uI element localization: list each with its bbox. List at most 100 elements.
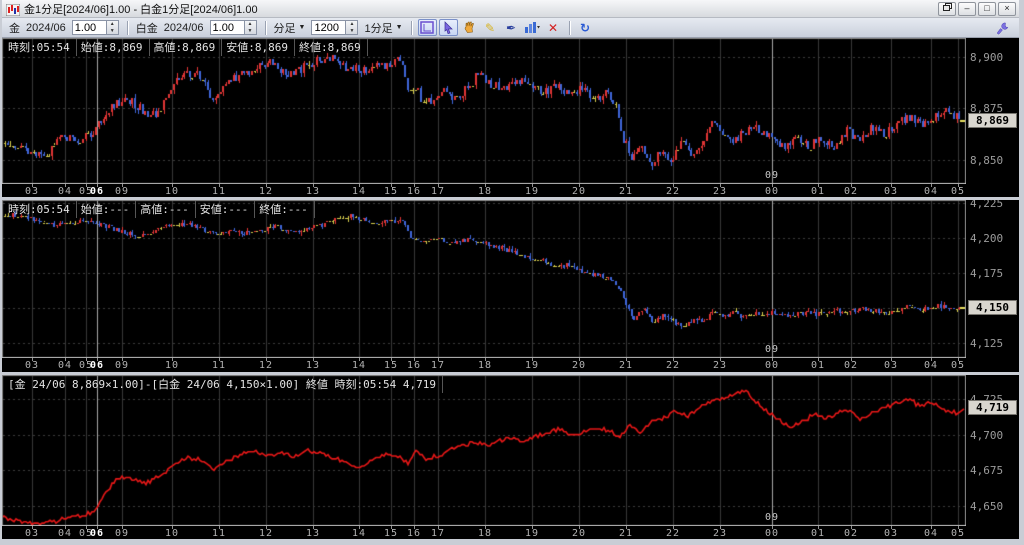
bar-count-input[interactable] <box>312 21 346 34</box>
price-tick-label: 4,675 <box>970 464 1004 478</box>
spin-down-icon[interactable]: ▼ <box>245 28 256 35</box>
price-tick-label: 8,850 <box>970 153 1004 167</box>
time-tick-label: 17 <box>430 360 446 371</box>
time-tick-label: 16 <box>406 186 422 197</box>
platinum-plot[interactable]: 時刻:05:54 始値:--- 高値:--- 安値:--- 終値:--- 09 <box>2 200 966 358</box>
header-field: 始値:--- <box>77 201 137 218</box>
settings-wrench-button[interactable] <box>993 20 1012 37</box>
gold-multiplier-input[interactable] <box>72 21 106 34</box>
day-change-marker: 09 <box>764 170 780 181</box>
time-tick-label: 15 <box>383 360 399 371</box>
gold-plot[interactable]: 時刻:05:54 始値:8,869 高値:8,869 安値:8,869 終値:8,869… <box>2 38 966 184</box>
price-tick-label: 4,700 <box>970 428 1004 442</box>
time-tick-label: 19 <box>524 528 540 539</box>
time-tick-label: 14 <box>351 186 367 197</box>
time-tick-label: 02 <box>843 360 859 371</box>
spin-down-icon[interactable]: ▼ <box>107 28 118 35</box>
time-tick-label: 19 <box>524 360 540 371</box>
time-tick-label: 05 <box>950 186 966 197</box>
time-tick-label: 12 <box>258 186 274 197</box>
time-tick-label: 22 <box>665 360 681 371</box>
platinum-time-axis: 03 04 05 06 09 10 11 12 13 14 15 16 17 18 19 20 21 22 23 00… <box>2 358 1019 372</box>
time-tick-label: 22 <box>665 186 681 197</box>
time-tick-label: 13 <box>305 186 321 197</box>
price-tick-label: 4,225 <box>970 200 1004 210</box>
close-button[interactable]: × <box>998 1 1016 16</box>
refresh-button[interactable]: ↻ <box>576 19 595 36</box>
header-field: [金 24/06 8,869×1.00]-[白金 24/06 4,150×1.0… <box>4 376 443 393</box>
time-tick-label: 17 <box>430 528 446 539</box>
float-window-button[interactable] <box>938 1 956 16</box>
app-icon <box>5 3 21 16</box>
time-tick-label: 17 <box>430 186 446 197</box>
time-tick-label: 03 <box>883 360 899 371</box>
time-tick-label: 20 <box>571 360 587 371</box>
time-tick-label: 16 <box>406 360 422 371</box>
header-field: 高値:8,869 <box>150 39 223 56</box>
bar-count-spin-buttons: ▲ ▼ <box>345 21 358 35</box>
pan-tool-button[interactable] <box>460 19 479 36</box>
delete-tool-button[interactable]: ✕ <box>544 19 563 36</box>
time-tick-label: 15 <box>383 186 399 197</box>
wrench-icon <box>997 22 1009 35</box>
bar-type-dropdown[interactable]: 分足 ▼ <box>274 20 306 36</box>
header-field: 時刻:05:54 <box>4 201 77 218</box>
platinum-candle-canvas[interactable] <box>2 200 966 358</box>
time-tick-label: 02 <box>843 186 859 197</box>
hand-icon <box>464 21 474 33</box>
gold-multiplier-spin-buttons: ▲ ▼ <box>105 21 118 35</box>
header-field: 終値:--- <box>255 201 315 218</box>
spread-line-canvas[interactable] <box>2 375 966 526</box>
time-tick-label: 10 <box>164 186 180 197</box>
time-tick-label: 04 <box>57 186 73 197</box>
minimize-button[interactable]: – <box>958 1 976 16</box>
time-tick-label: 04 <box>923 528 939 539</box>
maximize-button[interactable]: □ <box>978 1 996 16</box>
time-tick-label: 10 <box>164 360 180 371</box>
time-tick-label: 03 <box>24 528 40 539</box>
crosshair-tool-button[interactable] <box>417 19 437 36</box>
day-change-marker: 09 <box>764 344 780 355</box>
pencil-tool-button[interactable]: ✎ <box>481 19 500 36</box>
time-tick-label: 02 <box>843 528 859 539</box>
spin-down-icon[interactable]: ▼ <box>346 28 357 35</box>
time-tick-label: 00 <box>764 360 780 371</box>
gold-time-axis: 03 04 05 06 09 10 11 12 13 14 15 16 17 18 19 20 21 22 23 00… <box>2 184 1019 197</box>
cursor-arrow-icon <box>444 21 453 34</box>
time-tick-label: 03 <box>883 186 899 197</box>
time-tick-label: 06 <box>89 528 105 539</box>
last-price-badge: 4,150 <box>968 299 1017 315</box>
time-tick-label: 01 <box>810 528 826 539</box>
toolbar-separator <box>264 20 266 35</box>
price-tick-label: 4,650 <box>970 499 1004 513</box>
time-tick-label: 04 <box>57 360 73 371</box>
bar-interval-label: 1分足 <box>364 22 393 35</box>
time-tick-label: 05 <box>950 528 966 539</box>
spread-time-axis: 03 04 05 06 09 10 11 12 13 14 15 16 17 18 19 20 21 22 23 00… <box>2 526 1019 539</box>
window-title: 金1分足[2024/06]1.00 - 白金1分足[2024/06]1.00 <box>24 3 258 16</box>
time-tick-label: 15 <box>383 528 399 539</box>
spread-plot[interactable]: [金 24/06 8,869×1.00]-[白金 24/06 4,150×1.0… <box>2 375 966 526</box>
header-field: 時刻:05:54 <box>4 39 77 56</box>
time-tick-label: 20 <box>571 186 587 197</box>
platinum-price-axis: 4,2254,2004,1754,1504,1254,150 <box>967 200 1019 372</box>
chart-style-dropdown-button[interactable] <box>523 19 542 36</box>
bar-interval-dropdown[interactable]: 1分足 ▼ <box>364 20 402 36</box>
price-tick-label: 4,200 <box>970 231 1004 245</box>
platinum-multiplier-input[interactable] <box>210 21 244 34</box>
gold-candle-canvas[interactable] <box>2 38 966 184</box>
time-tick-label: 18 <box>477 360 493 371</box>
select-tool-button[interactable] <box>438 19 458 36</box>
chart-panel-platinum: 時刻:05:54 始値:--- 高値:--- 安値:--- 終値:--- 09 03 04… <box>2 200 1019 372</box>
spread-header: [金 24/06 8,869×1.00]-[白金 24/06 4,150×1.0… <box>4 376 443 393</box>
pen-tool-button[interactable]: ✒ <box>502 19 521 36</box>
time-tick-label: 00 <box>764 186 780 197</box>
day-change-marker: 09 <box>764 512 780 523</box>
time-tick-label: 21 <box>618 186 634 197</box>
spread-price-axis: 4,7254,7004,6754,6504,719 <box>967 375 1019 539</box>
header-field: 安値:--- <box>196 201 256 218</box>
bar-count-spinner: ▲ ▼ <box>311 20 359 35</box>
header-field: 始値:8,869 <box>77 39 150 56</box>
time-tick-label: 18 <box>477 528 493 539</box>
time-tick-label: 16 <box>406 528 422 539</box>
